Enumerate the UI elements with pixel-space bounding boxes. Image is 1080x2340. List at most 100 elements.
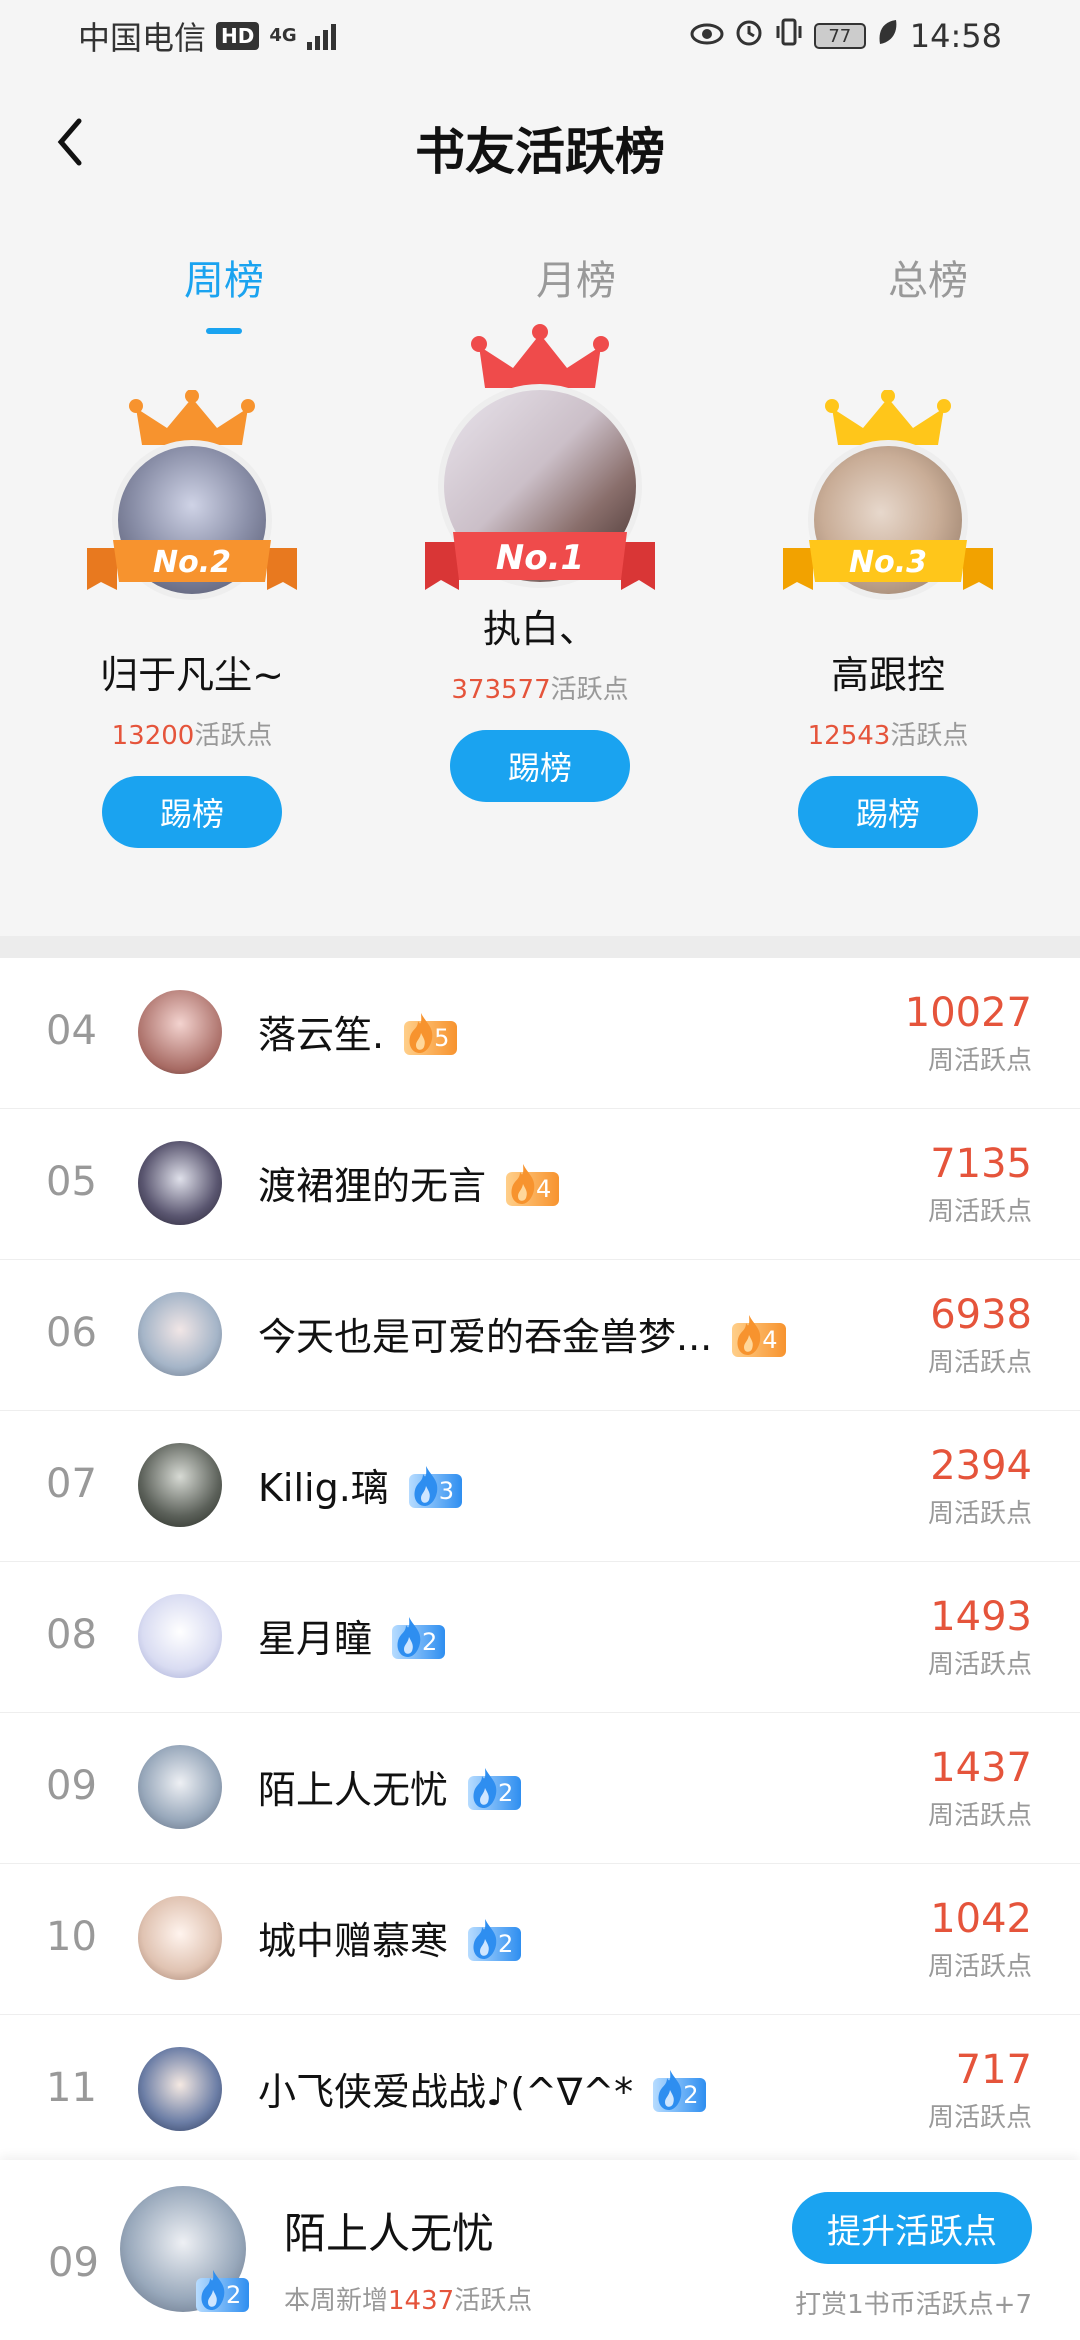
user-name-wrap: 城中赠慕寒 2 (258, 1910, 522, 1965)
list-item[interactable]: 10 城中赠慕寒 2 1042 周活跃点 (0, 1864, 1080, 2015)
alarm-icon (734, 17, 764, 55)
my-ranking-bar: 09 2 陌上人无忧 本周新增1437活跃点 提升活跃点 打赏1书币活跃点+7 (0, 2160, 1080, 2340)
list-item[interactable]: 08 星月瞳 2 1493 周活跃点 (0, 1562, 1080, 1713)
score-value: 10027 (904, 990, 1032, 1036)
user-name-wrap: 陌上人无忧 2 (258, 1759, 522, 1814)
score-block: 1437 周活跃点 (928, 1745, 1032, 1832)
level-value: 2 (422, 1627, 438, 1656)
score-block: 2394 周活跃点 (928, 1443, 1032, 1530)
rank-number: 11 (46, 2065, 97, 2111)
podium-first-score: 373577活跃点 (390, 669, 690, 706)
gain-prefix: 本周新增 (284, 2286, 389, 2316)
boost-hint: 打赏1书币活跃点+7 (795, 2290, 1032, 2320)
level-value: 2 (226, 2281, 242, 2309)
score-value: 1493 (930, 1594, 1032, 1640)
user-name-wrap: 渡裙狸的无言 4 (258, 1155, 560, 1210)
my-name: 陌上人无忧 (284, 2209, 495, 2258)
flame-icon (409, 1012, 433, 1053)
kick-button[interactable]: 踢榜 (102, 776, 282, 848)
rank-number: 10 (46, 1914, 97, 1960)
boost-activity-button[interactable]: 提升活跃点 (792, 2192, 1032, 2264)
score-unit: 周活跃点 (927, 1952, 1032, 1982)
user-name: 落云笙. (258, 1013, 385, 1057)
avatar[interactable] (138, 1745, 222, 1829)
active-tab-indicator (206, 328, 242, 334)
avatar[interactable] (138, 1443, 222, 1527)
list-item[interactable]: 11 小飞侠爱战战♪(^∇^* 2 717 周活跃点 (0, 2015, 1080, 2166)
level-badge: 2 (653, 2069, 707, 2112)
user-name: 陌上人无忧 (258, 1768, 449, 1812)
section-divider (0, 936, 1080, 958)
signal-icon (306, 22, 336, 50)
score-block: 1042 周活跃点 (928, 1896, 1032, 1983)
flame-icon (397, 1616, 421, 1657)
flame-icon (473, 1767, 497, 1808)
rank-badge-label: No.3 (849, 544, 927, 580)
kick-button[interactable]: 踢榜 (798, 776, 978, 848)
rank-ribbon: No.2 (87, 534, 297, 590)
rank-number: 07 (46, 1461, 97, 1507)
user-name-wrap: 星月瞳 2 (258, 1608, 446, 1663)
score-block: 6938 周活跃点 (928, 1292, 1032, 1379)
score-value: 1437 (930, 1745, 1032, 1791)
list-item[interactable]: 04 落云笙. 5 10027 周活跃点 (0, 958, 1080, 1109)
level-value: 2 (498, 1778, 514, 1807)
user-name-wrap: 小飞侠爱战战♪(^∇^* 2 (258, 2061, 707, 2116)
tab-monthly[interactable]: 月榜 (476, 248, 676, 306)
status-bar: 中国电信 HD 4G 77 14:58 (0, 0, 1080, 72)
kick-button[interactable]: 踢榜 (450, 730, 630, 802)
podium-second-avatar-wrap: No.2 (42, 390, 342, 600)
podium: No.2 归于凡尘~ 13200活跃点 踢榜 No.1 执白、 373577活跃… (0, 324, 1080, 936)
level-badge: 4 (506, 1163, 560, 1206)
score-value: 12543 (807, 721, 891, 751)
level-badge: 2 (392, 1616, 446, 1659)
rank-number: 08 (46, 1612, 97, 1658)
podium-third-avatar-wrap: No.3 (738, 390, 1038, 600)
score-value: 1042 (930, 1896, 1032, 1942)
podium-first: No.1 执白、 373577活跃点 踢榜 (390, 324, 690, 802)
level-badge: 5 (404, 1012, 458, 1055)
avatar[interactable] (138, 2047, 222, 2131)
rank-badge-label: No.2 (153, 544, 231, 580)
avatar[interactable] (138, 990, 222, 1074)
tab-total[interactable]: 总榜 (828, 248, 1028, 306)
score-unit: 周活跃点 (927, 1046, 1032, 1076)
status-right: 77 14:58 (690, 17, 1002, 55)
avatar[interactable] (138, 1896, 222, 1980)
level-value: 2 (683, 2080, 699, 2109)
avatar[interactable] (138, 1141, 222, 1225)
level-badge: 3 (408, 1465, 463, 1508)
list-item[interactable]: 07 Kilig.璃 3 2394 周活跃点 (0, 1411, 1080, 1562)
my-rank-number: 09 (48, 2240, 99, 2286)
user-name: 城中赠慕寒 (258, 1919, 449, 1963)
score-block: 7135 周活跃点 (928, 1141, 1032, 1228)
user-name: 渡裙狸的无言 (258, 1164, 487, 1208)
level-badge: 2 (468, 1767, 522, 1810)
tab-weekly[interactable]: 周榜 (124, 248, 324, 306)
score-unit: 活跃点 (550, 675, 629, 705)
podium-second: No.2 归于凡尘~ 13200活跃点 踢榜 (42, 390, 342, 848)
flame-icon (414, 1465, 438, 1506)
user-name-wrap: 今天也是可爱的吞金兽梦... 4 (258, 1306, 786, 1361)
podium-second-score: 13200活跃点 (42, 715, 342, 752)
rank-number: 04 (46, 1008, 97, 1054)
user-name: 星月瞳 (258, 1617, 373, 1661)
level-badge: 2 (468, 1918, 522, 1961)
podium-third-name: 高跟控 (830, 653, 945, 697)
list-item[interactable]: 09 陌上人无忧 2 1437 周活跃点 (0, 1713, 1080, 1864)
list-item[interactable]: 06 今天也是可爱的吞金兽梦... 4 6938 周活跃点 (0, 1260, 1080, 1411)
user-name: 小飞侠爱战战♪(^∇^* (258, 2070, 634, 2114)
level-badge: 4 (732, 1314, 786, 1357)
avatar[interactable] (138, 1292, 222, 1376)
user-name: Kilig.璃 (258, 1466, 389, 1510)
score-value: 7135 (930, 1141, 1032, 1187)
vibrate-icon (774, 17, 804, 55)
flame-icon (658, 2069, 682, 2110)
avatar[interactable] (138, 1594, 222, 1678)
rank-number: 09 (46, 1763, 97, 1809)
score-unit: 周活跃点 (927, 1348, 1032, 1378)
list-item[interactable]: 05 渡裙狸的无言 4 7135 周活跃点 (0, 1109, 1080, 1260)
score-value: 6938 (930, 1292, 1032, 1338)
user-name: 今天也是可爱的吞金兽梦... (258, 1315, 713, 1359)
score-value: 2394 (930, 1443, 1032, 1489)
